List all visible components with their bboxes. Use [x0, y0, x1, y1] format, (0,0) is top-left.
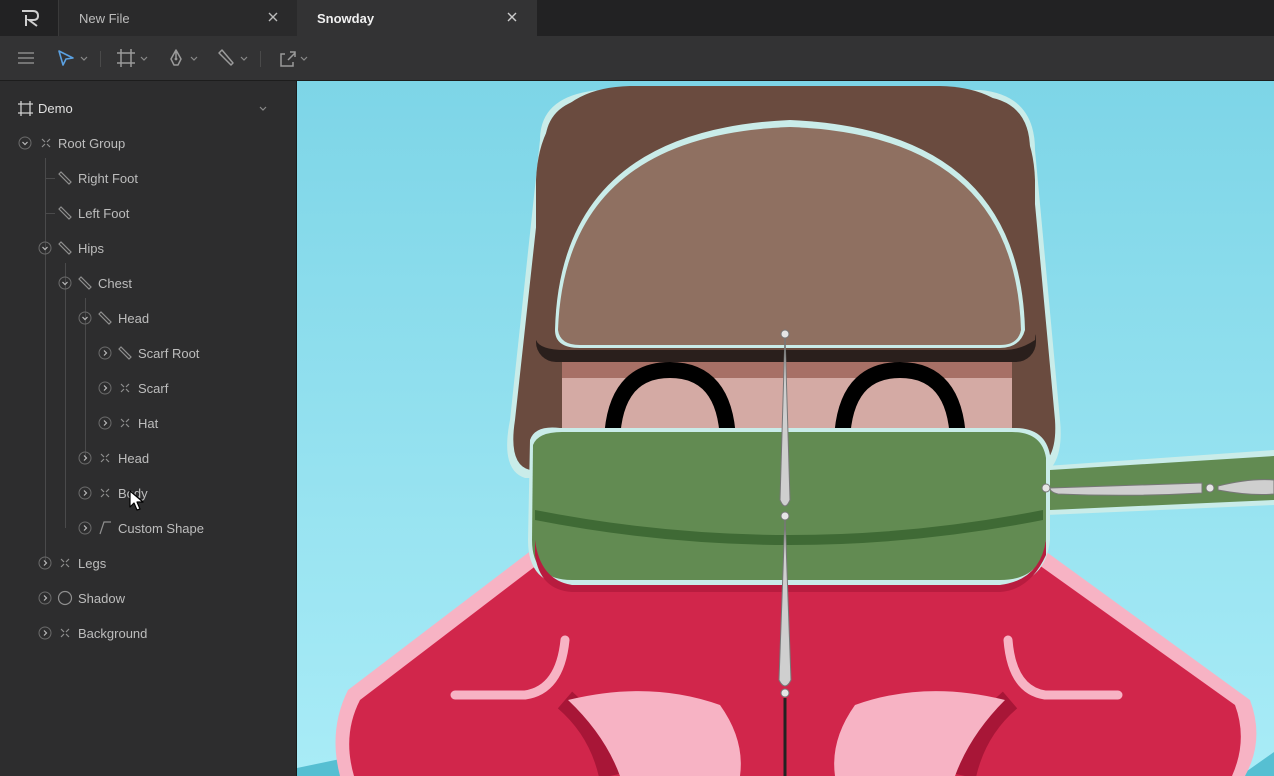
- tree-item-label: Root Group: [58, 136, 126, 151]
- chevron-down-icon: [190, 56, 198, 61]
- chevron-down-icon: [140, 56, 148, 61]
- tree-item-label: Right Foot: [78, 171, 138, 186]
- chevron-right-icon[interactable]: [98, 381, 112, 395]
- tree-item-label: Legs: [78, 556, 107, 571]
- chevron-right-icon[interactable]: [38, 556, 52, 570]
- tab-new-file[interactable]: New File: [58, 0, 298, 36]
- tree-item-label: Chest: [98, 276, 132, 291]
- tree-item-right-foot[interactable]: Right Foot: [0, 164, 296, 192]
- bone-icon: [78, 276, 92, 290]
- chevron-down-icon[interactable]: [259, 106, 267, 112]
- tree-item-label: Hat: [138, 416, 159, 431]
- path-icon: [99, 521, 111, 535]
- tree-item-head-group[interactable]: Head: [0, 444, 296, 472]
- artboard-tool-button[interactable]: [116, 36, 150, 80]
- mouse-cursor-icon: [129, 490, 144, 511]
- tree-item-hat[interactable]: Hat: [0, 409, 296, 437]
- chevron-right-icon[interactable]: [38, 591, 52, 605]
- chevron-right-icon[interactable]: [38, 626, 52, 640]
- hierarchy-panel: Demo Root Group Right Foot Left Foot Hip…: [0, 81, 297, 776]
- bone-tool-button[interactable]: [216, 36, 250, 80]
- tree-item-scarf[interactable]: Scarf: [0, 374, 296, 402]
- chevron-down-icon[interactable]: [18, 136, 32, 150]
- tree-item-label: Head: [118, 311, 150, 326]
- group-icon: [120, 383, 130, 393]
- ellipse-icon: [57, 590, 73, 606]
- tree-item-scarf-root[interactable]: Scarf Root: [0, 339, 296, 367]
- close-icon[interactable]: [505, 10, 519, 24]
- tree-item-label: Left Foot: [78, 206, 130, 221]
- group-icon: [120, 418, 130, 428]
- toolbar-divider: [100, 51, 101, 67]
- bone-icon: [58, 206, 72, 220]
- pen-tool-icon: [170, 49, 182, 66]
- chevron-down-icon[interactable]: [38, 241, 52, 255]
- tree-item-head-bone[interactable]: Head: [0, 304, 296, 332]
- close-icon[interactable]: [266, 10, 280, 24]
- bone-icon: [58, 171, 72, 185]
- group-icon: [100, 488, 110, 498]
- group-icon: [60, 558, 70, 568]
- group-icon: [41, 138, 51, 148]
- group-icon: [100, 453, 110, 463]
- pen-tool-button[interactable]: [166, 36, 200, 80]
- tab-label: New File: [79, 11, 130, 26]
- chevron-down-icon: [240, 56, 248, 61]
- artboard-icon: [18, 101, 33, 116]
- bone-icon: [98, 311, 112, 325]
- tree-item-shadow[interactable]: Shadow: [0, 584, 296, 612]
- chevron-down-icon[interactable]: [78, 311, 92, 325]
- tree-item-hips[interactable]: Hips: [0, 234, 296, 262]
- tree-item-label: Background: [78, 626, 148, 641]
- select-tool-icon: [58, 50, 74, 66]
- tree-item-label: Custom Shape: [118, 521, 204, 536]
- tab-label: Snowday: [317, 11, 375, 26]
- tree-item-root-group[interactable]: Root Group: [0, 129, 296, 157]
- export-icon: [280, 51, 296, 67]
- tree-item-background[interactable]: Background: [0, 619, 296, 647]
- chevron-right-icon[interactable]: [98, 346, 112, 360]
- export-button[interactable]: [278, 36, 312, 80]
- tree-item-label: Shadow: [78, 591, 125, 606]
- menu-icon: [18, 52, 34, 64]
- app-logo-icon[interactable]: [18, 8, 42, 28]
- tree-item-label: Head: [118, 451, 150, 466]
- chevron-down-icon: [80, 56, 88, 61]
- tree-item-chest[interactable]: Chest: [0, 269, 296, 297]
- chevron-down-icon: [300, 56, 308, 61]
- stage-canvas[interactable]: [297, 81, 1274, 776]
- toolbar: [0, 36, 1274, 81]
- menu-button[interactable]: [16, 36, 38, 80]
- artboard-name: Demo: [38, 101, 73, 116]
- bone-icon: [58, 241, 72, 255]
- bone-tool-icon: [218, 49, 234, 66]
- tree-item-label: Scarf: [138, 381, 169, 396]
- toolbar-divider: [260, 51, 261, 67]
- chevron-right-icon[interactable]: [98, 416, 112, 430]
- chevron-right-icon[interactable]: [78, 521, 92, 535]
- tree-item-label: Hips: [78, 241, 105, 256]
- tree-item-legs[interactable]: Legs: [0, 549, 296, 577]
- artboard-tool-icon: [117, 49, 135, 67]
- tab-bar: New File Snowday: [0, 0, 1274, 36]
- tree-item-body[interactable]: Body: [0, 479, 296, 507]
- tree-item-custom-shape[interactable]: Custom Shape: [0, 514, 296, 542]
- snowday-illustration: [297, 81, 1274, 776]
- group-icon: [60, 628, 70, 638]
- chevron-down-icon[interactable]: [58, 276, 72, 290]
- tree-item-label: Scarf Root: [138, 346, 200, 361]
- chevron-right-icon[interactable]: [78, 451, 92, 465]
- tab-snowday[interactable]: Snowday: [297, 0, 537, 36]
- select-tool-button[interactable]: [56, 36, 90, 80]
- tree-item-left-foot[interactable]: Left Foot: [0, 199, 296, 227]
- chevron-right-icon[interactable]: [78, 486, 92, 500]
- artboard-row[interactable]: Demo: [0, 93, 296, 123]
- bone-icon: [118, 346, 132, 360]
